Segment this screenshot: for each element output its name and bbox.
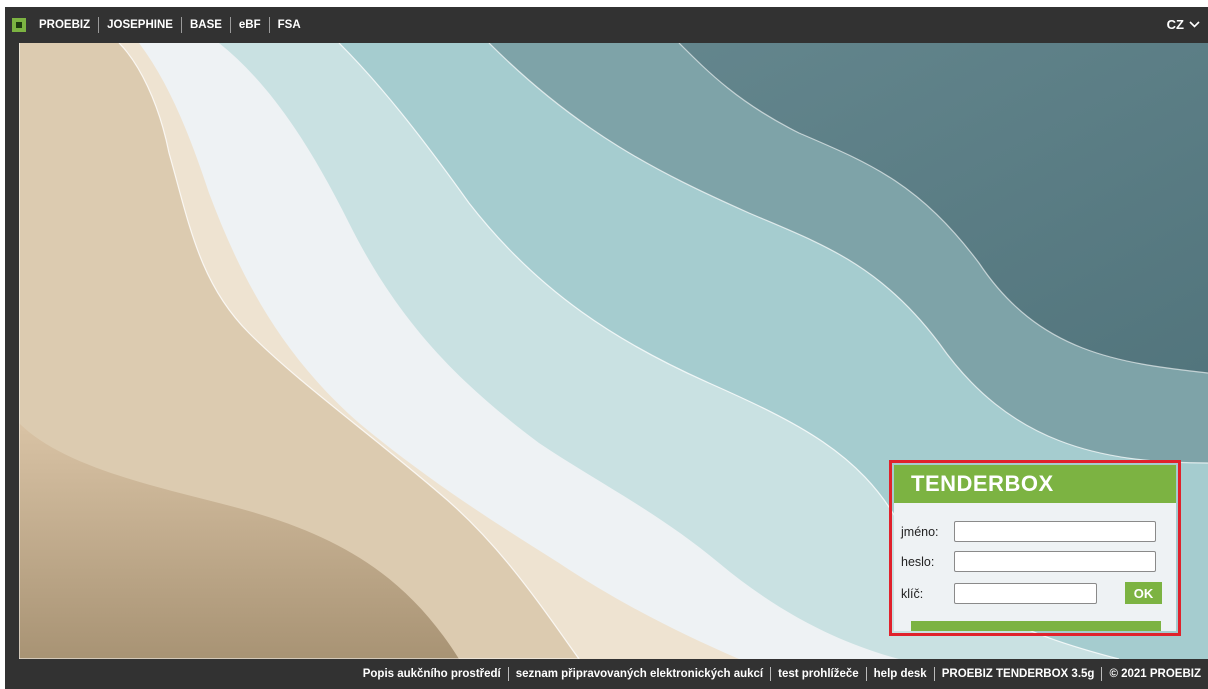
nav-separator [180,17,182,33]
language-selector[interactable]: CZ [1167,17,1200,32]
nav-link-proebiz[interactable]: PROEBIZ [34,19,95,31]
language-code: CZ [1166,17,1184,32]
footer-link-auction-environment[interactable]: Popis aukčního prostředí [356,668,508,680]
footer-bar: Popis aukčního prostředí seznam připravo… [5,659,1208,689]
proebiz-logo-icon [12,18,26,32]
nav-link-fsa[interactable]: FSA [273,19,306,31]
nav-separator [268,17,270,33]
footer-link-version[interactable]: PROEBIZ TENDERBOX 3.5g [935,668,1102,680]
footer-link-browser-test[interactable]: test prohlížeče [771,668,866,680]
footer-link-planned-auctions[interactable]: seznam připravovaných elektronických auk… [509,668,770,680]
nav-separator [229,17,231,33]
nav-link-josephine[interactable]: JOSEPHINE [102,19,178,31]
nav-link-base[interactable]: BASE [185,19,227,31]
nav-separator [98,17,100,33]
nav-link-ebf[interactable]: eBF [234,19,266,31]
highlight-outline [889,460,1181,636]
footer-copyright[interactable]: © 2021 PROEBIZ [1102,668,1208,680]
chevron-down-icon [1189,21,1200,28]
top-navigation-bar: PROEBIZ JOSEPHINE BASE eBF FSA CZ [5,7,1208,43]
footer-link-help-desk[interactable]: help desk [867,668,934,680]
